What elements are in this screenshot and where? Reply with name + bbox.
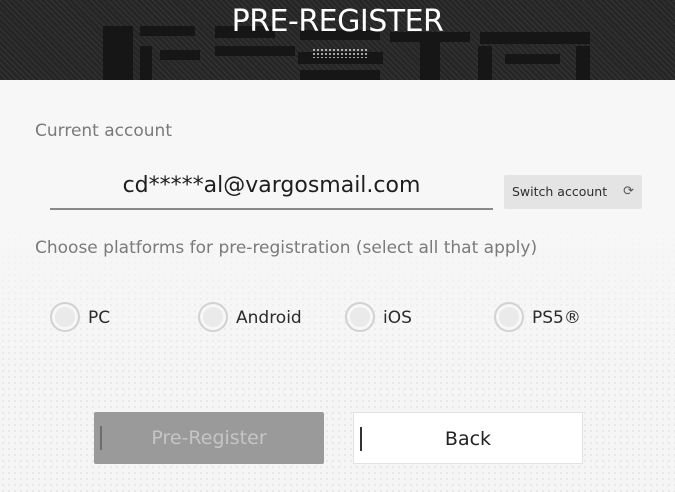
platform-label: Android: [236, 308, 302, 328]
switch-account-label: Switch account: [512, 184, 608, 199]
header-banner: PRE-REGISTER: [0, 0, 675, 80]
pre-register-label: Pre-Register: [151, 427, 267, 449]
switch-account-button[interactable]: Switch account ⟳: [504, 175, 642, 209]
pre-register-button[interactable]: Pre-Register: [94, 412, 324, 464]
refresh-icon: ⟳: [623, 184, 634, 199]
button-accent-bar: [360, 427, 362, 451]
page-title: PRE-REGISTER: [231, 4, 444, 39]
radio-button[interactable]: [198, 302, 228, 332]
back-label: Back: [444, 428, 492, 450]
platform-label: iOS: [383, 308, 412, 328]
platform-label: PS5®: [532, 308, 581, 328]
radio-button[interactable]: [50, 302, 80, 332]
title-dots-ornament: [312, 48, 368, 58]
radio-button[interactable]: [494, 302, 524, 332]
platforms-label: Choose platforms for pre-registration (s…: [35, 238, 538, 258]
account-email: cd*****al@vargosmail.com: [122, 173, 421, 198]
platform-label: PC: [88, 308, 111, 328]
current-account-label: Current account: [35, 121, 172, 141]
back-button[interactable]: Back: [353, 412, 583, 464]
account-field: cd*****al@vargosmail.com: [50, 170, 493, 210]
radio-button[interactable]: [345, 302, 375, 332]
button-accent-bar: [100, 426, 102, 450]
